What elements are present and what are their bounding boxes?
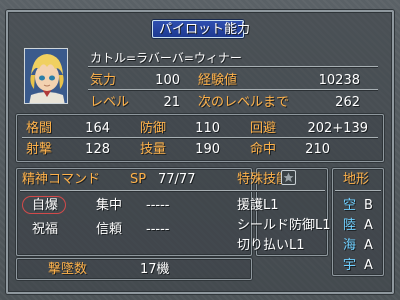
skills-header-divider [233,190,325,191]
pilot-name: カトル=ラバーバ=ウィナー [90,51,242,65]
level-value: 21 [163,95,180,110]
shageki-label: 射撃 [26,142,53,157]
seishin-command[interactable]: 信頼 [96,223,122,236]
next-level-value: 262 [335,95,360,110]
next-level-label: 次のレベルまで [198,95,290,110]
sp-value: 77/77 [158,172,196,187]
terrain-type: 陸 [343,218,357,233]
seishin-command[interactable]: 祝福 [32,223,58,236]
giryou-label: 技量 [140,142,167,157]
meichu-label: 命中 [250,142,277,157]
row-divider-1 [88,89,378,90]
shageki-value: 128 [85,142,110,157]
exp-value: 10238 [318,73,360,88]
seishin-command[interactable]: 集中 [96,199,122,212]
terrain-header: 地形 [343,172,370,187]
star-icon[interactable] [281,170,296,185]
kakutou-value: 164 [85,121,110,136]
terrain-rank: A [364,258,373,273]
terrain-header-divider [335,190,381,191]
bougyo-value: 110 [195,121,220,136]
kaihi-label: 回避 [250,121,277,136]
exp-label: 経験値 [198,73,238,88]
kills-value: 17機 [140,262,170,277]
skill-item: 援護L1 [237,198,279,213]
kiryoku-label: 気力 [90,73,117,88]
seishin-command[interactable]: ----- [146,223,169,236]
skill-item: シールド防御L1 [237,218,331,233]
level-label: レベル [90,95,130,110]
giryou-value: 190 [195,142,220,157]
seishin-header: 精神コマンド [22,172,101,187]
bougyo-label: 防御 [140,121,167,136]
kiryoku-value: 100 [155,73,180,88]
kakutou-label: 格闘 [26,121,53,136]
skill-item: 切り払いL1 [237,238,305,253]
meichu-value: 210 [305,142,330,157]
terrain-rank: A [364,218,373,233]
kaihi-value: 202+139 [307,121,368,136]
kills-label: 撃墜数 [48,262,88,277]
seishin-command[interactable]: 自爆 [32,199,58,212]
terrain-type: 宇 [343,258,357,273]
terrain-rank: B [364,198,373,213]
name-underline [88,66,378,67]
seishin-header-divider [20,190,248,191]
stats-row-divider [22,137,378,138]
window-title: パイロット能力 [159,22,251,37]
sp-label: SP [130,172,147,187]
seishin-command[interactable]: ----- [146,199,169,212]
terrain-rank: A [364,238,373,253]
terrain-type: 空 [343,198,357,213]
pilot-portrait [24,48,68,104]
terrain-type: 海 [343,238,357,253]
